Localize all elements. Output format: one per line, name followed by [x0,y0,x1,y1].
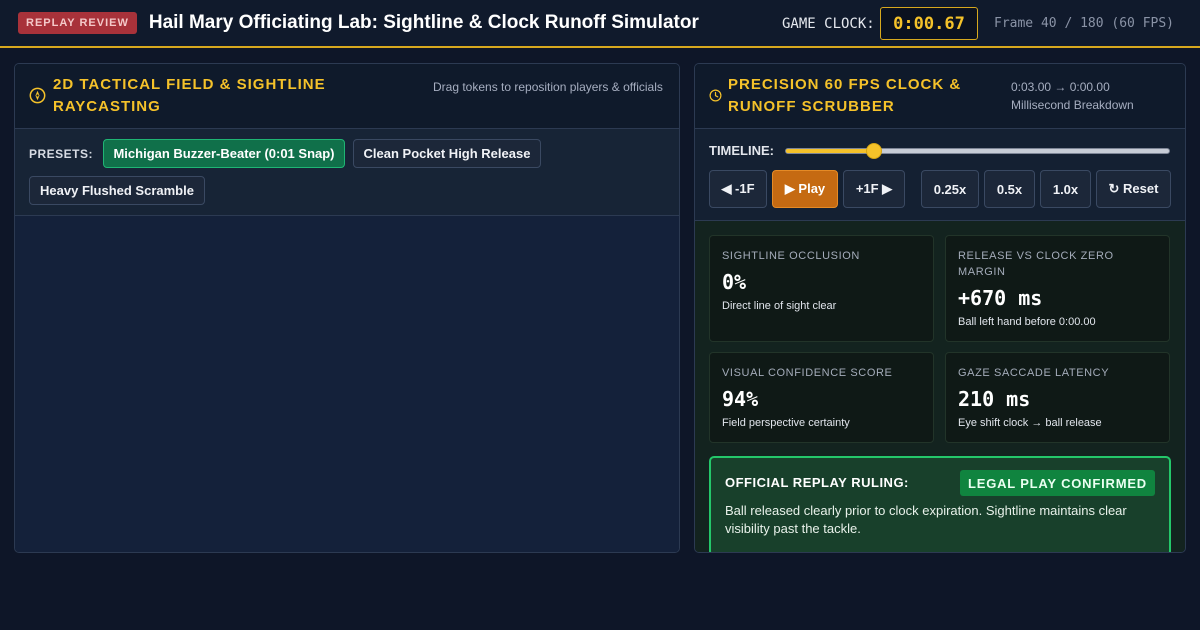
metric-value: 210 ms [958,387,1031,411]
release-margin-card: Release vs Clock Zero Margin +670 ms Bal… [945,235,1170,342]
metric-label: Release vs Clock Zero Margin [958,250,1114,278]
metric-description: Direct line of sight clear [722,300,837,312]
game-clock-label: GAME CLOCK: [782,16,875,32]
replay-review-badge: REPLAY REVIEW [18,12,137,34]
ruling-label: OFFICIAL REPLAY RULING: [725,475,909,490]
step-back-frame-button[interactable]: ◀ -1F [709,170,767,208]
top-bar: REPLAY REVIEW Hail Mary Officiating Lab:… [0,0,1200,48]
millisecond-breakdown-label: Millisecond Breakdown [1011,98,1134,112]
timeline-slider-thumb[interactable] [866,143,883,159]
step-forward-frame-button[interactable]: +1F ▶ [843,170,905,208]
metrics-area: Sightline Occlusion 0% Direct line of si… [695,221,1185,552]
presets-label: PRESETS: [29,147,94,161]
metric-label: Gaze Saccade Latency [958,367,1110,379]
reset-button[interactable]: ↻ Reset [1096,170,1171,208]
play-button[interactable]: ▶ Play [772,170,838,208]
clock-icon [709,89,722,102]
compass-icon [29,87,46,104]
speed-1x-button[interactable]: 1.0x [1040,170,1091,208]
metric-description: Eye shift clock → ball release [958,417,1102,429]
ruling-explanation: Ball released clearly prior to clock exp… [725,503,1127,536]
visual-confidence-card: Visual Confidence Score 94% Field perspe… [709,352,934,443]
official-ruling-box: OFFICIAL REPLAY RULING: LEGAL PLAY CONFI… [709,456,1171,552]
preset-heavy-flushed-scramble-button[interactable]: Heavy Flushed Scramble [29,176,205,205]
sightline-occlusion-card: Sightline Occlusion 0% Direct line of si… [709,235,934,342]
metric-label: Visual Confidence Score [722,367,893,379]
metric-label: Sightline Occlusion [722,250,860,262]
tactical-field-canvas[interactable] [15,216,679,552]
tactical-field-header: 2D Tactical Field & Sightline Raycasting… [15,64,679,129]
timeline-slider-fill [786,149,875,153]
app-title: Hail Mary Officiating Lab: Sightline & C… [148,12,699,33]
metric-description: Field perspective certainty [722,417,850,429]
clock-range: 0:03.00 → 0:00.00 [1011,80,1110,94]
metric-value: +670 ms [958,286,1043,310]
clock-scrubber-title: Precision 60 FPS Clock & Runoff Scrubber [728,76,962,115]
speed-025x-button[interactable]: 0.25x [921,170,979,208]
ruling-verdict-badge: LEGAL PLAY CONFIRMED [959,470,1155,496]
metric-description: Ball left hand before 0:00.00 [958,316,1096,328]
clock-scrubber-header: Precision 60 FPS Clock & Runoff Scrubber… [695,64,1185,129]
speed-05x-button[interactable]: 0.5x [984,170,1035,208]
tactical-field-title: 2D Tactical Field & Sightline Raycasting [53,76,326,115]
tactical-field-hint: Drag tokens to reposition players & offi… [433,80,663,94]
preset-clean-pocket-button[interactable]: Clean Pocket High Release [353,139,541,168]
frame-counter: Frame 40 / 180 (60 FPS) [994,16,1175,31]
gaze-latency-card: Gaze Saccade Latency 210 ms Eye shift cl… [945,352,1170,443]
timeline-slider[interactable] [785,143,1170,159]
playback-controls: TIMELINE: ◀ -1F ▶ Play +1F ▶ 0.25x 0.5x … [695,129,1185,221]
tactical-field-panel: 2D Tactical Field & Sightline Raycasting… [14,63,680,553]
metric-value: 0% [722,270,747,294]
timeline-label: TIMELINE: [709,143,774,158]
clock-range-info: 0:03.00 → 0:00.00 Millisecond Breakdown [1011,78,1171,114]
clock-scrubber-panel: Precision 60 FPS Clock & Runoff Scrubber… [694,63,1186,553]
metric-value: 94% [722,387,759,411]
game-clock-display: 0:00.67 [880,7,978,40]
preset-michigan-buzzer-beater-button[interactable]: Michigan Buzzer-Beater (0:01 Snap) [103,139,345,168]
